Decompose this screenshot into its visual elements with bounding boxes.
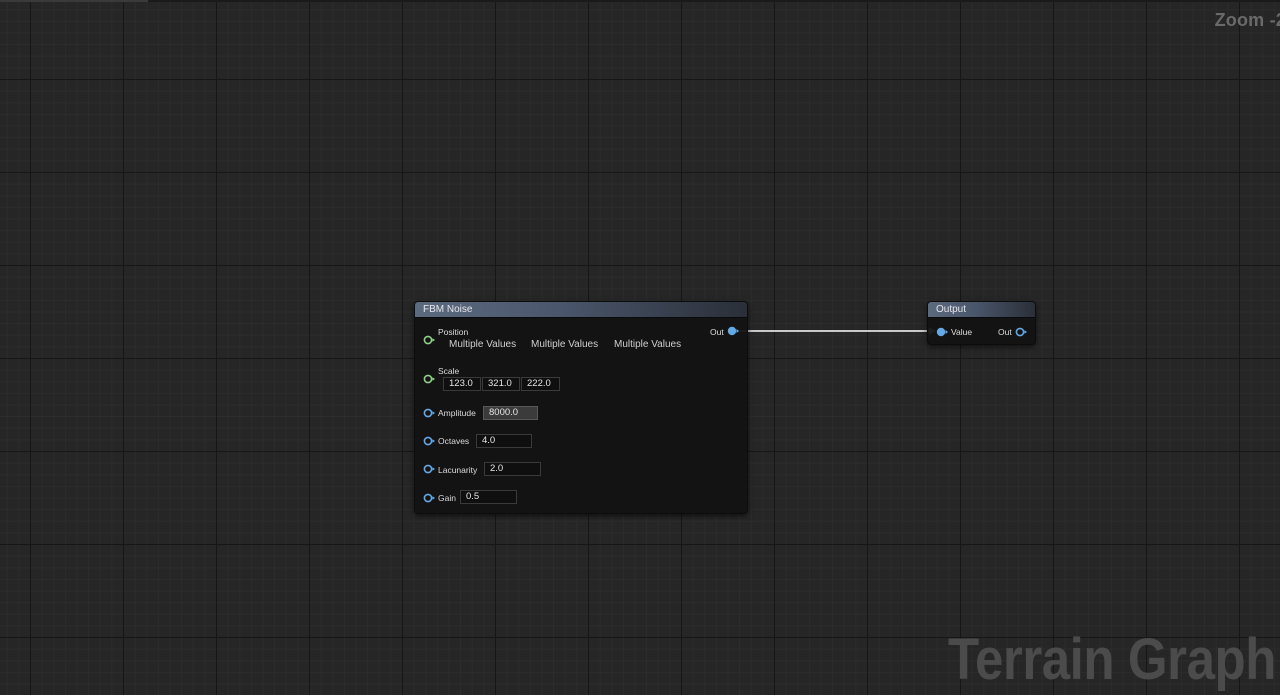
fbm-noise-node[interactable]: FBM Noise Out Position Multiple Values M… bbox=[414, 301, 748, 514]
fbm-out-label: Out bbox=[710, 327, 724, 337]
scale-y-input[interactable] bbox=[482, 377, 520, 391]
amplitude-label: Amplitude bbox=[438, 408, 476, 418]
position-z-value[interactable]: Multiple Values bbox=[614, 339, 681, 350]
output-out-pin-icon[interactable] bbox=[1015, 327, 1027, 337]
octaves-pin-icon[interactable] bbox=[423, 436, 435, 446]
scale-pin-icon[interactable] bbox=[423, 374, 435, 384]
gain-pin-icon[interactable] bbox=[423, 493, 435, 503]
graph-watermark: Terrain Graph bbox=[948, 627, 1277, 692]
scale-z-input[interactable] bbox=[521, 377, 560, 391]
position-y-value[interactable]: Multiple Values bbox=[531, 339, 598, 350]
gain-label: Gain bbox=[438, 493, 456, 503]
lacunarity-label: Lacunarity bbox=[438, 465, 478, 475]
value-input-pin-icon[interactable] bbox=[936, 327, 948, 337]
octaves-label: Octaves bbox=[438, 436, 470, 446]
graph-canvas[interactable]: Zoom -2 FBM Noise Out Position Multiple … bbox=[0, 0, 1280, 695]
scale-x-input[interactable] bbox=[443, 377, 481, 391]
position-label: Position bbox=[438, 327, 469, 337]
top-border bbox=[0, 0, 1280, 2]
fbm-noise-node-title[interactable]: FBM Noise bbox=[415, 302, 747, 318]
output-node-title[interactable]: Output bbox=[928, 302, 1035, 318]
position-x-value[interactable]: Multiple Values bbox=[449, 339, 516, 350]
value-input-label: Value bbox=[951, 327, 973, 337]
lacunarity-pin-icon[interactable] bbox=[423, 464, 435, 474]
fbm-out-pin-icon[interactable] bbox=[727, 326, 739, 336]
output-node[interactable]: Output Value Out bbox=[927, 301, 1036, 345]
scale-label: Scale bbox=[438, 366, 460, 376]
octaves-input[interactable] bbox=[476, 434, 532, 448]
amplitude-pin-icon[interactable] bbox=[423, 408, 435, 418]
position-pin-icon[interactable] bbox=[423, 335, 435, 345]
output-out-label: Out bbox=[998, 327, 1012, 337]
amplitude-input[interactable] bbox=[483, 406, 538, 420]
zoom-level-label: Zoom -2 bbox=[1214, 10, 1280, 30]
top-border-highlight bbox=[0, 0, 148, 2]
lacunarity-input[interactable] bbox=[484, 462, 541, 476]
gain-input[interactable] bbox=[460, 490, 517, 504]
